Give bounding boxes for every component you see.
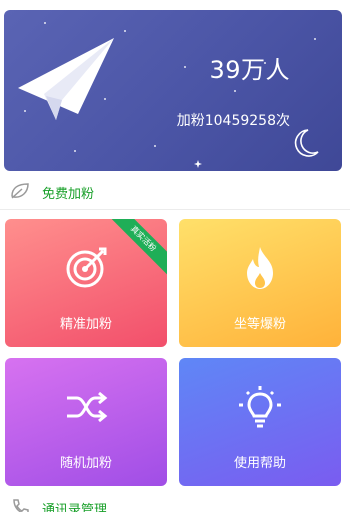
- tile-label: 随机加粉: [59, 456, 112, 471]
- star-decoration: [124, 30, 126, 32]
- section-title: 通讯录管理: [42, 503, 108, 512]
- hero-banner[interactable]: 39万人 加粉10459258次: [4, 10, 342, 171]
- star-decoration: [74, 150, 76, 152]
- section-free-fans[interactable]: 免费加粉: [0, 174, 350, 208]
- fans-added-total: 加粉10459258次: [176, 113, 290, 129]
- section-contacts[interactable]: 通讯录管理: [0, 490, 350, 512]
- precise-fans-tile[interactable]: 真实活粉 精准加粉: [5, 219, 167, 347]
- phone-icon: [13, 499, 29, 512]
- tile-label: 坐等爆粉: [233, 317, 286, 332]
- star-decoration: [314, 38, 316, 40]
- tile-label: 使用帮助: [233, 456, 286, 471]
- flame-icon: [247, 247, 273, 289]
- random-fans-tile[interactable]: 随机加粉: [5, 358, 167, 486]
- moon-icon: [294, 129, 319, 157]
- star-decoration: [184, 66, 186, 68]
- star-decoration: [154, 145, 156, 147]
- target-arrow-icon: [66, 247, 107, 288]
- wait-fans-tile[interactable]: 坐等爆粉: [179, 219, 341, 347]
- divider: [0, 209, 350, 210]
- leaf-icon: [11, 183, 29, 199]
- star-decoration: [44, 22, 46, 24]
- real-fans-badge: 真实活粉: [101, 219, 167, 281]
- lightbulb-icon: [239, 386, 281, 428]
- help-tile[interactable]: 使用帮助: [179, 358, 341, 486]
- paper-plane-icon: [18, 38, 114, 120]
- shuffle-icon: [67, 391, 108, 423]
- fans-count: 39万人: [209, 56, 290, 84]
- star-decoration: [234, 90, 236, 92]
- tile-label: 精准加粉: [59, 317, 112, 332]
- sparkle-icon: [194, 160, 202, 168]
- section-title: 免费加粉: [42, 187, 95, 202]
